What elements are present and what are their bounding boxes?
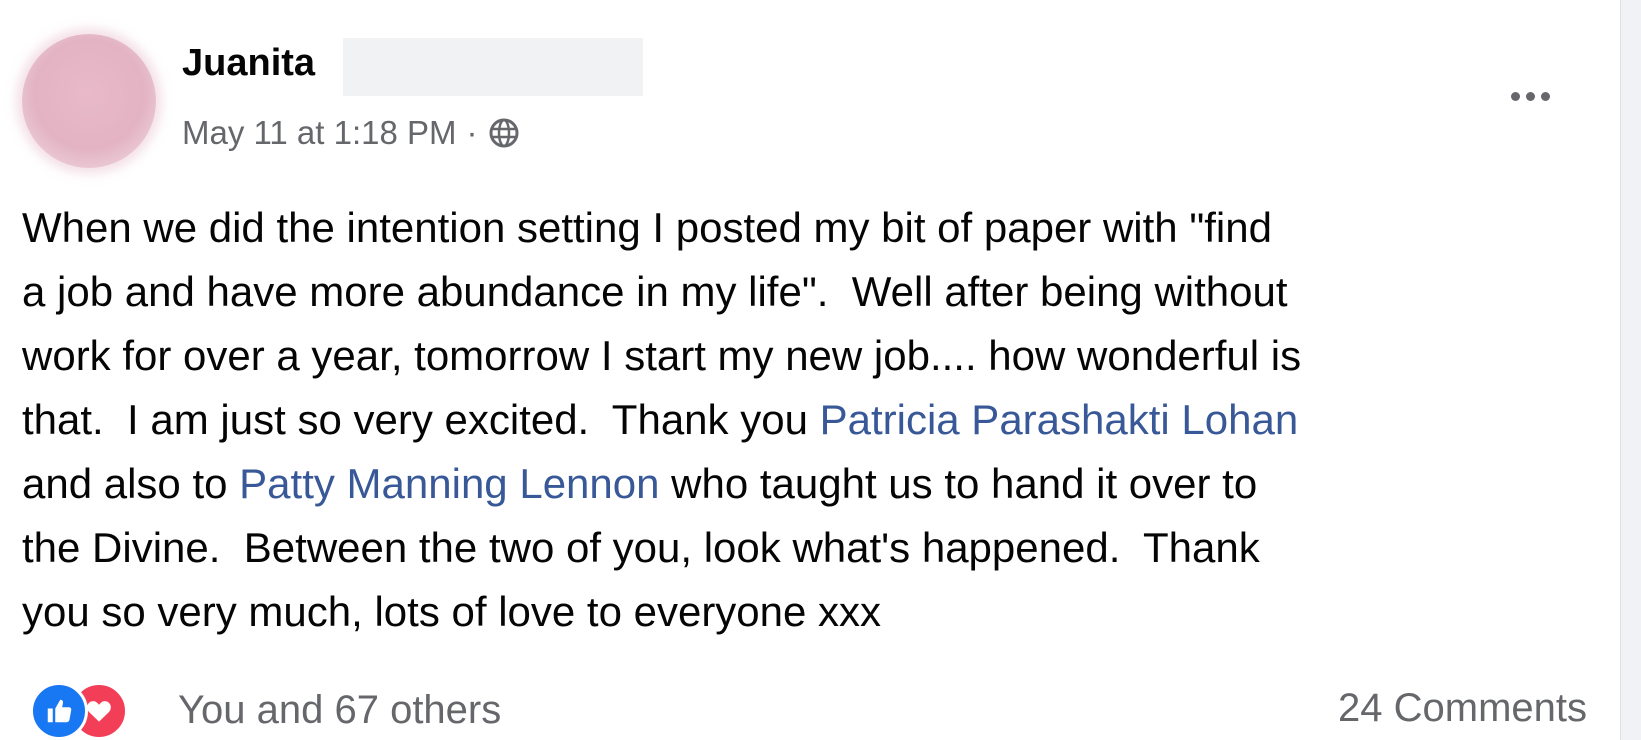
post-body-line: you so very much, lots of love to everyo… [22, 588, 882, 635]
post-body-line: the Divine. Between the two of you, look… [22, 524, 1260, 571]
post-body-line: and also to Patty Manning Lennon who tau… [22, 452, 1582, 516]
reaction-summary[interactable]: You and 67 others [178, 688, 501, 733]
redacted-surname [343, 38, 643, 96]
comments-count-link[interactable]: 24 Comments [1338, 686, 1587, 731]
author-avatar[interactable] [22, 34, 156, 168]
post-body-line: When we did the intention setting I post… [22, 204, 1272, 251]
post-body-line: that. I am just so very excited. Thank y… [22, 388, 1582, 452]
post-body-text: and also to [22, 460, 240, 507]
globe-icon[interactable] [488, 117, 520, 149]
post-body-line: a job and have more abundance in my life… [22, 268, 1288, 315]
meta-separator: · [466, 114, 478, 151]
post-body: When we did the intention setting I post… [22, 196, 1582, 644]
author-name[interactable]: Juanita [182, 42, 315, 85]
mention-link-patricia[interactable]: Patricia Parashakti Lohan [820, 396, 1299, 443]
post-body-text: who taught us to hand it over to [659, 460, 1258, 507]
scrollbar-edge [1620, 0, 1641, 740]
post-timestamp[interactable]: May 11 at 1:18 PM [182, 114, 457, 152]
post-meta: May 11 at 1:18 PM · [182, 114, 520, 152]
mention-link-patty[interactable]: Patty Manning Lennon [239, 460, 659, 507]
like-icon [30, 682, 88, 740]
post-body-line: work for over a year, tomorrow I start m… [22, 332, 1302, 379]
facebook-post: Juanita May 11 at 1:18 PM · When we did … [0, 0, 1641, 740]
reaction-icons[interactable] [30, 682, 160, 740]
post-body-text: that. I am just so very excited. Thank y… [22, 396, 820, 443]
more-options-icon[interactable] [1500, 76, 1560, 116]
